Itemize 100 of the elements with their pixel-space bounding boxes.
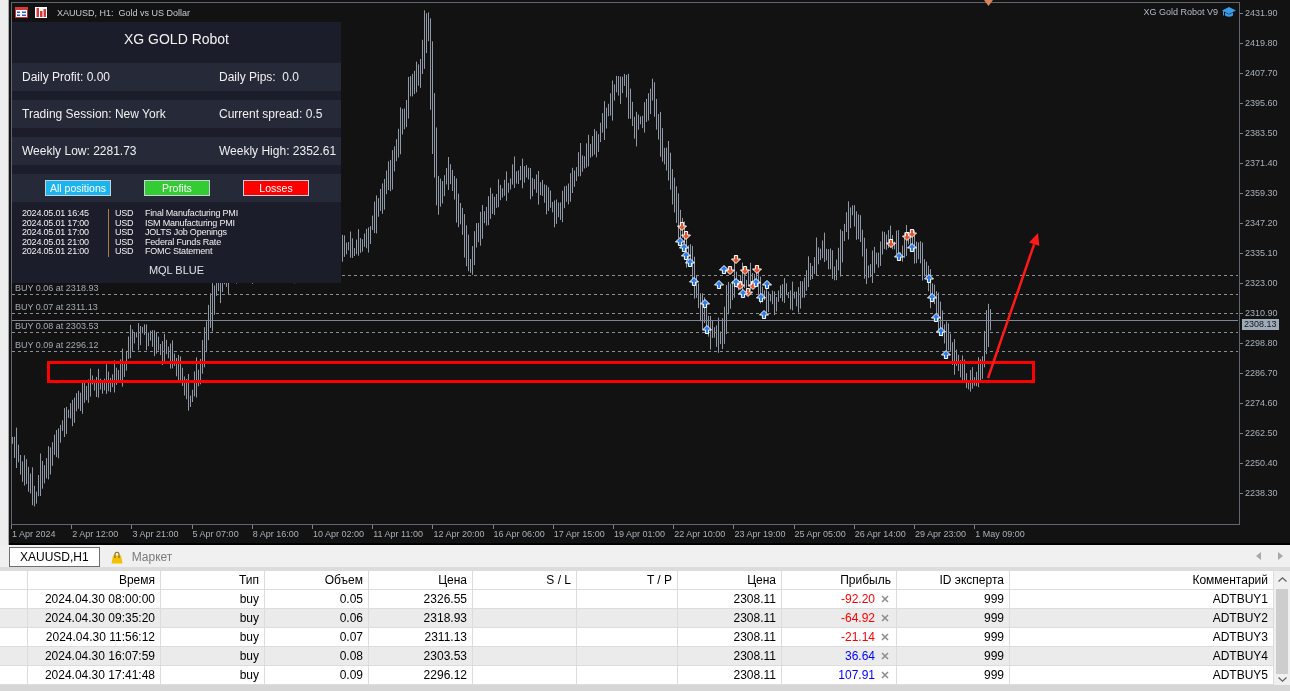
arrow-marker-icon	[714, 280, 724, 289]
scroll-up-icon[interactable]	[1277, 577, 1287, 582]
time-label: 1 May 09:00	[975, 528, 1025, 540]
dashboard-title: XG GOLD Robot	[123, 30, 229, 49]
news-currency: USD	[115, 228, 134, 238]
table-cell: buy	[161, 666, 265, 684]
order-label: BUY 0.08 at 2303.53	[15, 321, 99, 331]
column-header[interactable]: Объем	[265, 571, 369, 589]
profit-value: -64.92	[840, 610, 875, 627]
scrollbar-thumb[interactable]	[1276, 589, 1288, 674]
price-label: 2407.70	[1245, 68, 1278, 78]
time-label: 5 Apr 07:00	[192, 528, 239, 540]
close-icon[interactable]	[881, 614, 889, 622]
order-label: BUY 0.07 at 2311.13	[15, 302, 98, 312]
column-header[interactable]: Цена	[678, 571, 782, 589]
table-cell: buy	[161, 628, 265, 646]
arrow-marker-icon	[941, 350, 951, 359]
stat-label: Weekly Low: 2281.73	[22, 143, 137, 159]
time-label: 2 Apr 12:00	[72, 528, 119, 540]
stat-label: Weekly High: 2352.61	[219, 143, 337, 159]
order-label: BUY 0.06 at 2318.93	[15, 283, 99, 293]
table-cell: 999	[897, 647, 1010, 665]
news-time: 2024.05.01 17:00	[22, 218, 89, 229]
arrow-marker-icon	[759, 310, 769, 319]
time-label: 23 Apr 19:00	[734, 528, 786, 540]
price-label: 2359.30	[1245, 188, 1278, 198]
arrow-marker-icon	[681, 231, 691, 240]
table-cell: 2326.55	[369, 590, 473, 608]
column-header[interactable]: Время	[28, 571, 161, 589]
table-cell: 2318.93	[369, 609, 473, 627]
arrow-marker-icon	[762, 280, 772, 289]
column-header[interactable]: T / P	[577, 571, 678, 589]
table-cell: 999	[897, 666, 1010, 684]
arrow-marker-icon	[907, 229, 917, 238]
profit-value: 107.91	[838, 667, 875, 684]
table-cell: 2311.13	[369, 628, 473, 646]
table-cell: 999	[897, 590, 1010, 608]
profit-value: 36.64	[844, 648, 875, 665]
scroll-right-icon[interactable]	[1278, 552, 1283, 560]
price-label: 2274.60	[1245, 398, 1278, 408]
close-icon[interactable]	[881, 633, 889, 641]
arrow-marker-icon	[927, 293, 937, 302]
time-label: 16 Apr 06:00	[493, 528, 545, 540]
order-label: BUY 0.09 at 2296.12	[15, 340, 99, 350]
close-icon[interactable]	[881, 595, 889, 603]
price-label: 2347.20	[1245, 218, 1278, 228]
arrow-marker-icon	[886, 239, 896, 248]
stat-label: Current spread: 0.5	[219, 106, 323, 122]
table-cell: 2308.11	[678, 647, 782, 665]
arrow-marker-icon	[756, 293, 766, 302]
table-cell: 2296.12	[369, 666, 473, 684]
scrollbar[interactable]	[1274, 571, 1290, 685]
arrow-marker-icon	[689, 277, 699, 286]
time-label: 3 Apr 21:00	[132, 528, 179, 540]
scroll-left-icon[interactable]	[1256, 552, 1261, 560]
chart-title: XAUUSD, H1: Gold vs US Dollar	[57, 6, 191, 19]
news-currency: USD	[115, 237, 134, 248]
column-header[interactable]: S / L	[473, 571, 577, 589]
table-cell: 2024.04.30 09:35:20	[28, 609, 161, 627]
column-header[interactable]: ID эксперта	[897, 571, 1010, 589]
table-cell: 0.05	[265, 590, 369, 608]
table-icon	[15, 7, 28, 18]
arrow-marker-icon	[725, 266, 735, 275]
table-cell: 0.07	[265, 628, 369, 646]
column-header[interactable]: Цена	[369, 571, 473, 589]
filter-button[interactable]: Losses	[243, 180, 309, 196]
scroll-down-icon[interactable]	[1277, 677, 1287, 682]
close-icon[interactable]	[881, 671, 889, 679]
time-label: 22 Apr 10:00	[674, 528, 726, 540]
table-cell: 2303.53	[369, 647, 473, 665]
arrow-marker-icon	[679, 243, 689, 252]
news-event: FOMC Statement	[145, 247, 213, 257]
arrow-marker-icon	[685, 258, 695, 267]
news-time: 2024.05.01 21:00	[22, 247, 89, 257]
chart-tab[interactable]: XAUUSD,H1	[9, 547, 100, 567]
time-label: 12 Apr 20:00	[433, 528, 485, 540]
column-header[interactable]: Тип	[161, 571, 265, 589]
price-label: 2238.30	[1245, 488, 1278, 498]
price-label: 2310.90	[1245, 308, 1278, 318]
arrow-marker-icon	[936, 327, 946, 336]
price-label: 2298.80	[1245, 338, 1278, 348]
shopping-bag-icon	[110, 550, 123, 564]
price-label: 2335.10	[1245, 248, 1278, 258]
price-label: 2323.00	[1245, 278, 1278, 288]
chart-tab[interactable]: Маркет	[99, 547, 184, 567]
table-cell: 999	[897, 628, 1010, 646]
brand-label: MQL BLUE	[148, 262, 205, 277]
table-cell: 2308.11	[678, 609, 782, 627]
time-label: 10 Apr 02:00	[313, 528, 365, 540]
close-icon[interactable]	[881, 652, 889, 660]
news-time: 2024.05.01 21:00	[22, 237, 89, 248]
news-event: ISM Manufacturing PMI	[145, 218, 235, 229]
column-header[interactable]: Прибыль	[782, 571, 897, 589]
time-label: 11 Apr 11:00	[373, 528, 423, 540]
arrow-marker-icon	[677, 222, 687, 231]
arrow-marker-icon	[702, 325, 712, 334]
news-currency: USD	[115, 209, 134, 219]
arrow-marker-icon	[675, 237, 685, 246]
table-cell: 2308.11	[678, 590, 782, 608]
arrow-marker-icon	[719, 265, 729, 274]
